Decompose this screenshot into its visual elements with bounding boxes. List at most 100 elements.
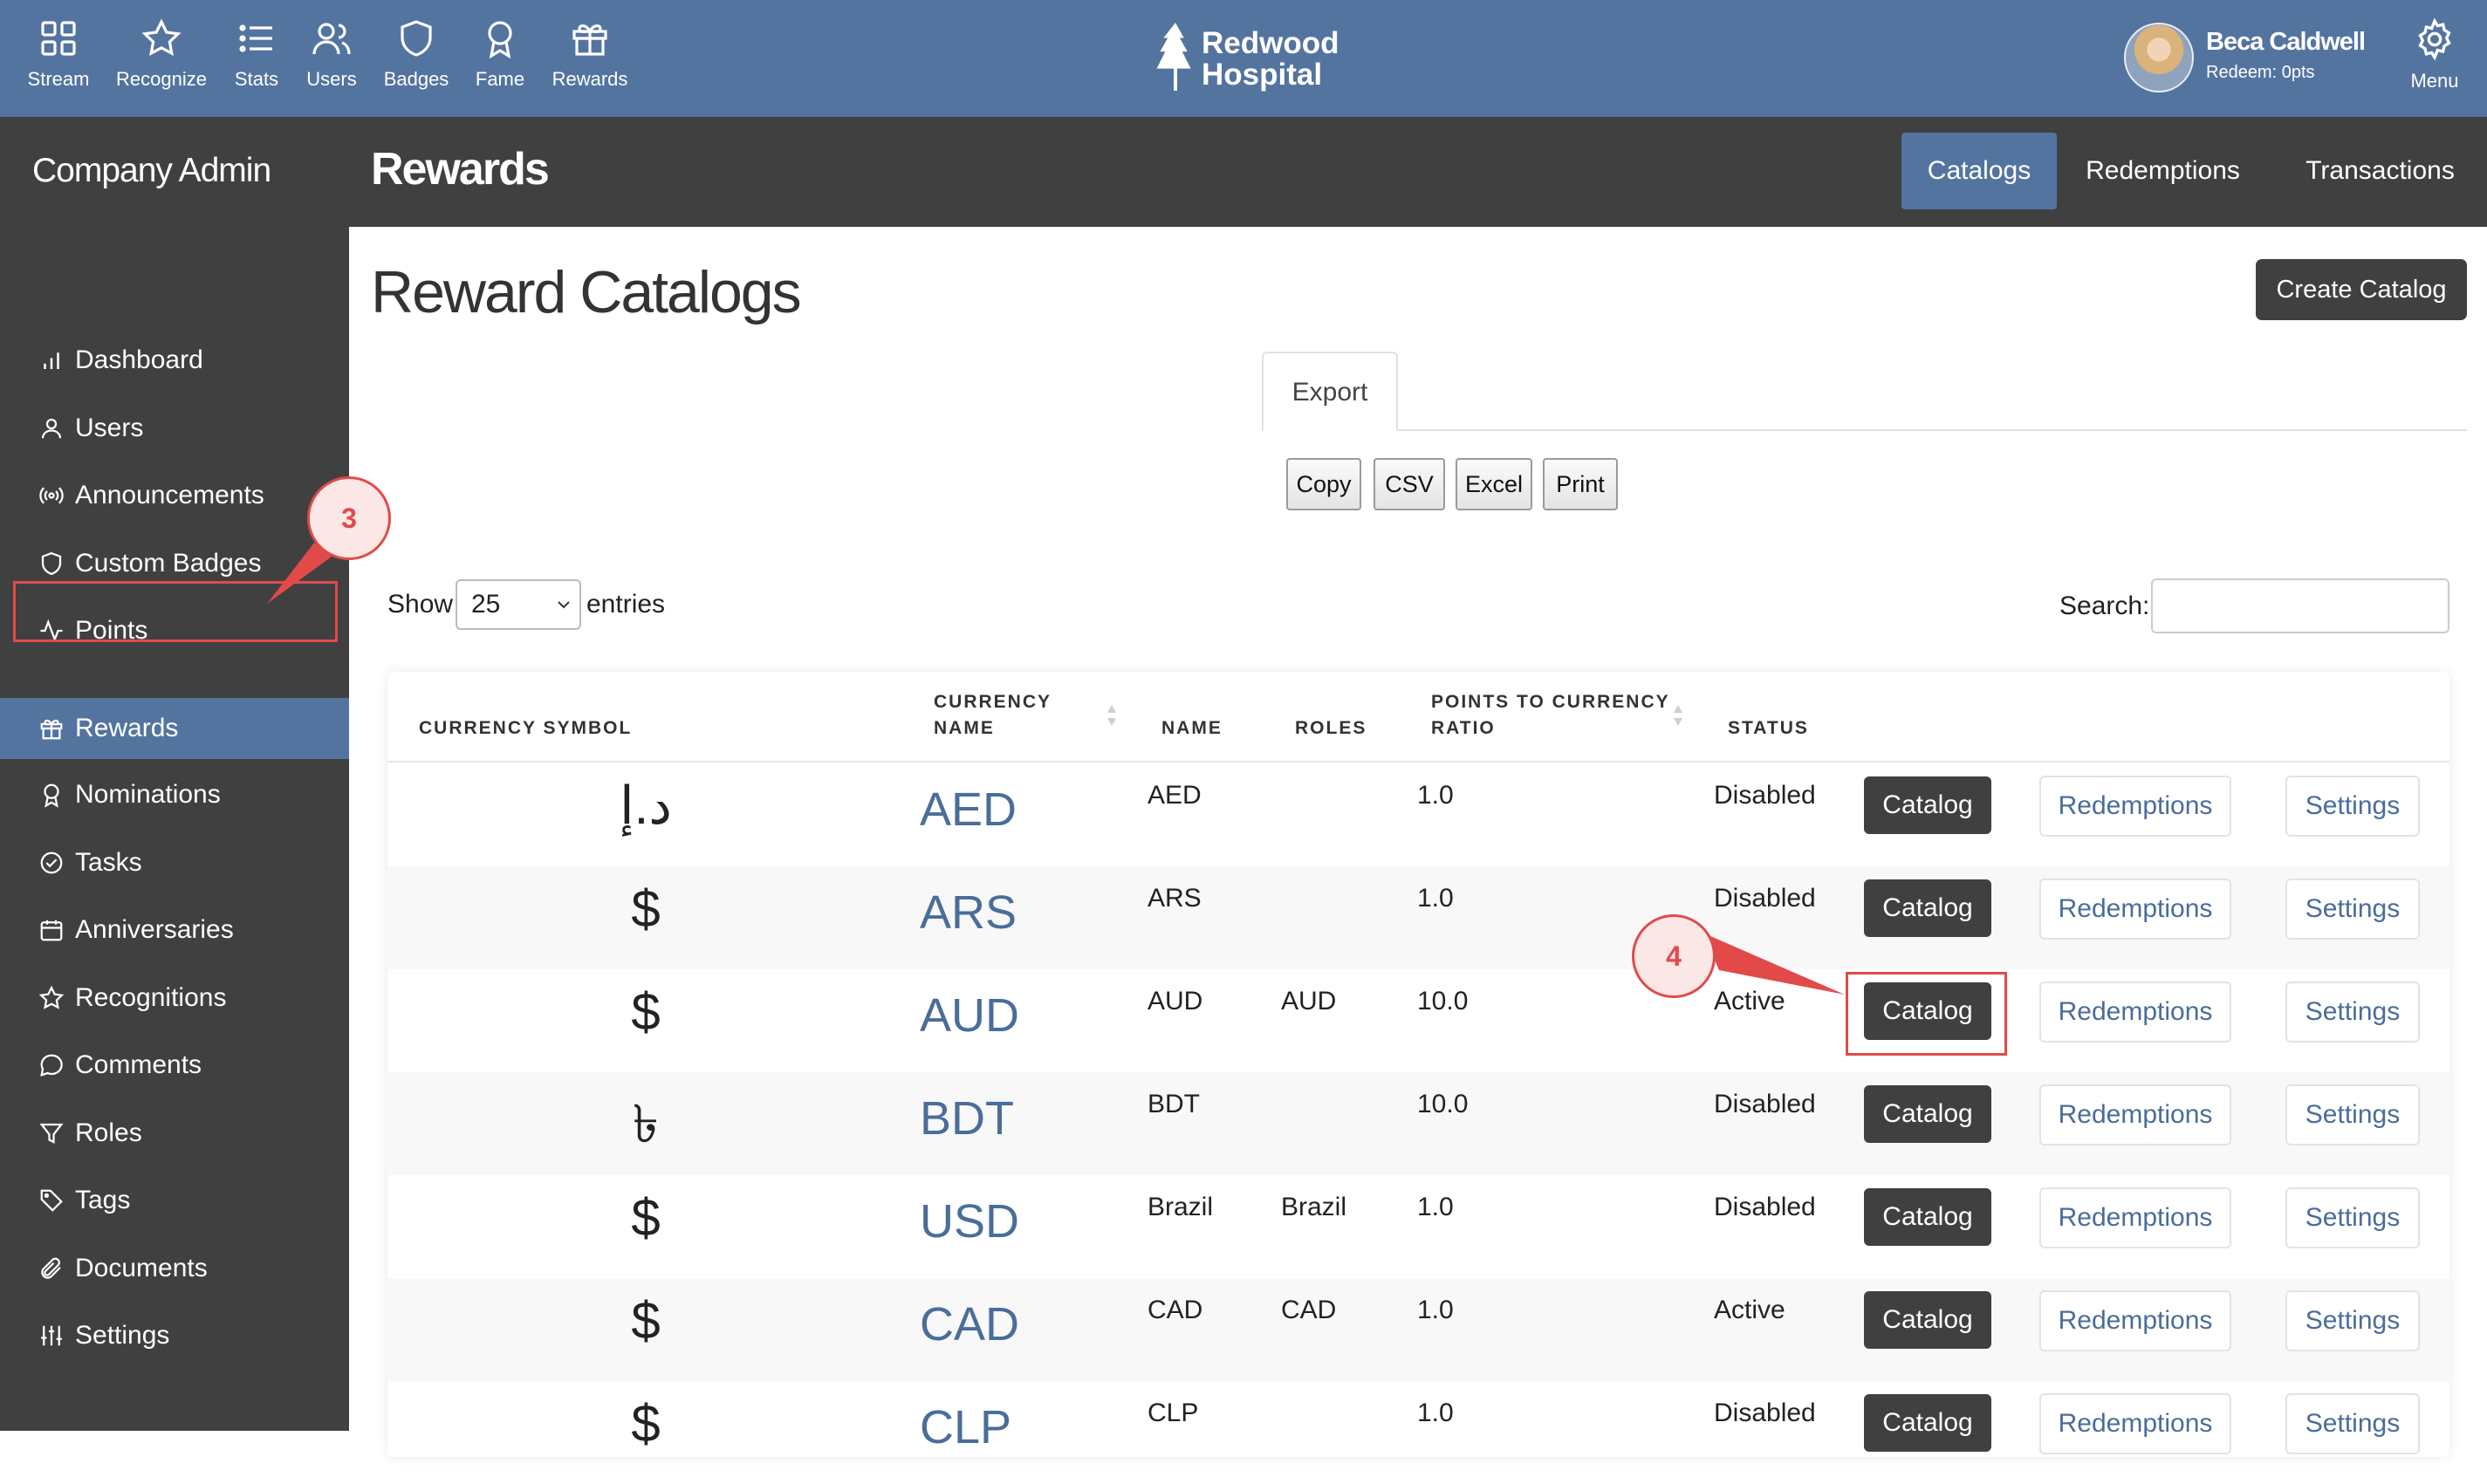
catalog-name: BDT xyxy=(1148,1090,1200,1118)
tab-catalogs[interactable]: Catalogs xyxy=(1901,133,2057,209)
page-header: Rewards Catalogs Redemptions Transaction… xyxy=(349,117,2487,227)
redemptions-button[interactable]: Redemptions xyxy=(2039,1290,2231,1351)
sidebar-item-label: Custom Badges xyxy=(75,549,262,578)
catalog-name: CAD xyxy=(1148,1296,1203,1324)
table-row: ৳ BDT BDT 10.0 Disabled Catalog Redemptions Set… xyxy=(387,1072,2449,1175)
entries-per-page-select[interactable]: 25 xyxy=(456,579,581,630)
sidebar-item-label: Points xyxy=(75,616,148,645)
menu-label: Menu xyxy=(2410,70,2459,92)
points-ratio: 1.0 xyxy=(1417,1296,1454,1324)
currency-code-link[interactable]: ARS xyxy=(920,886,1017,940)
currency-symbol: $ xyxy=(631,879,661,938)
settings-button[interactable]: Settings xyxy=(2285,879,2420,940)
col-roles[interactable]: ROLES xyxy=(1295,715,1367,742)
sidebar-item-rewards[interactable]: Rewards xyxy=(0,698,349,759)
col-status[interactable]: STATUS xyxy=(1728,715,1809,742)
sidebar-item-documents[interactable]: Documents xyxy=(0,1238,349,1299)
settings-button[interactable]: Settings xyxy=(2285,1084,2420,1145)
bar-chart-icon xyxy=(38,347,65,373)
sidebar-item-dashboard[interactable]: Dashboard xyxy=(0,330,349,391)
col-ratio-line1[interactable]: POINTS TO CURRENCY xyxy=(1431,689,1670,715)
redemptions-button[interactable]: Redemptions xyxy=(2039,1084,2231,1145)
table-row: $ ARS ARS 1.0 Disabled Catalog Redemptions Sett… xyxy=(387,866,2449,969)
sidebar-item-label: Comments xyxy=(75,1050,202,1079)
col-ratio-line2[interactable]: RATIO xyxy=(1431,715,1496,742)
sort-icon[interactable] xyxy=(1106,703,1118,728)
settings-button[interactable]: Settings xyxy=(2285,981,2420,1043)
sidebar-item-tags[interactable]: Tags xyxy=(0,1170,349,1231)
export-tab[interactable]: Export xyxy=(1262,352,1398,431)
nav-rewards[interactable]: Rewards xyxy=(524,17,655,91)
sidebar-item-points[interactable]: Points xyxy=(0,600,349,661)
col-currency-name-line2[interactable]: NAME xyxy=(934,715,995,742)
user-name[interactable]: Beca Caldwell xyxy=(2206,28,2366,57)
sidebar-item-nominations[interactable]: Nominations xyxy=(0,764,349,825)
tab-redemptions[interactable]: Redemptions xyxy=(2069,133,2257,209)
sidebar-item-recognitions[interactable]: Recognitions xyxy=(0,968,349,1029)
check-circle-icon xyxy=(38,850,65,876)
redemptions-button[interactable]: Redemptions xyxy=(2039,1393,2231,1454)
catalog-button[interactable]: Catalog xyxy=(1864,1394,1991,1452)
currency-code-link[interactable]: USD xyxy=(920,1194,1019,1248)
nav-label: Rewards xyxy=(552,68,628,90)
sidebar-item-settings[interactable]: Settings xyxy=(0,1305,349,1366)
points-ratio: 1.0 xyxy=(1417,1399,1454,1427)
currency-code-link[interactable]: AED xyxy=(920,783,1017,837)
create-catalog-button[interactable]: Create Catalog xyxy=(2256,259,2467,320)
points-ratio: 1.0 xyxy=(1417,781,1454,810)
sidebar-item-comments[interactable]: Comments xyxy=(0,1035,349,1096)
redemptions-button[interactable]: Redemptions xyxy=(2039,776,2231,837)
copy-button[interactable]: Copy xyxy=(1286,458,1361,510)
sort-icon[interactable] xyxy=(1672,703,1684,728)
settings-button[interactable]: Settings xyxy=(2285,1187,2420,1248)
catalog-button[interactable]: Catalog xyxy=(1864,1085,1991,1143)
status-text: Disabled xyxy=(1714,781,1816,810)
status-text: Active xyxy=(1714,1296,1785,1324)
sidebar-item-roles[interactable]: Roles xyxy=(0,1103,349,1164)
redemptions-button[interactable]: Redemptions xyxy=(2039,879,2231,940)
page-title: Rewards xyxy=(371,144,550,195)
currency-code-link[interactable]: BDT xyxy=(920,1091,1014,1145)
brand-name-line1: Redwood xyxy=(1202,26,1339,60)
excel-button[interactable]: Excel xyxy=(1456,458,1532,510)
col-currency-symbol[interactable]: CURRENCY SYMBOL xyxy=(419,715,632,742)
status-text: Disabled xyxy=(1714,1399,1816,1427)
sidebar-item-anniversaries[interactable]: Anniversaries xyxy=(0,899,349,961)
search-input[interactable] xyxy=(2151,578,2449,633)
print-button[interactable]: Print xyxy=(1543,458,1618,510)
broadcast-icon xyxy=(38,482,65,509)
col-currency-name-line1[interactable]: CURRENCY xyxy=(934,689,1052,715)
settings-button[interactable]: Settings xyxy=(2285,1393,2420,1454)
award-icon xyxy=(488,21,512,59)
sidebar-item-tasks[interactable]: Tasks xyxy=(0,832,349,893)
catalog-button[interactable]: Catalog xyxy=(1864,879,1991,937)
star-icon xyxy=(141,18,182,56)
csv-button[interactable]: CSV xyxy=(1374,458,1445,510)
col-name[interactable]: NAME xyxy=(1161,715,1223,742)
sidebar-item-users[interactable]: Users xyxy=(0,398,349,459)
currency-code-link[interactable]: AUD xyxy=(920,988,1019,1043)
menu-button[interactable]: Menu xyxy=(2391,17,2478,92)
currency-code-link[interactable]: CLP xyxy=(920,1400,1011,1454)
catalog-button[interactable]: Catalog xyxy=(1864,1291,1991,1349)
search-label: Search: xyxy=(2059,592,2150,620)
sidebar-item-announcements[interactable]: Announcements xyxy=(0,465,349,526)
catalog-button[interactable]: Catalog xyxy=(1864,1188,1991,1246)
currency-code-link[interactable]: CAD xyxy=(920,1297,1019,1351)
shield-icon xyxy=(401,20,432,57)
grid-icon xyxy=(41,21,76,56)
settings-button[interactable]: Settings xyxy=(2285,1290,2420,1351)
settings-button[interactable]: Settings xyxy=(2285,776,2420,837)
section-heading: Reward Catalogs xyxy=(371,259,802,325)
catalog-button[interactable]: Catalog xyxy=(1864,776,1991,834)
redemptions-button[interactable]: Redemptions xyxy=(2039,1187,2231,1248)
top-navigation-bar: Stream Recognize Stats Users Badges Fame… xyxy=(0,0,2487,117)
avatar[interactable] xyxy=(2124,23,2194,92)
show-label: Show xyxy=(387,590,454,619)
tree-icon xyxy=(1156,23,1191,91)
catalog-button[interactable]: Catalog xyxy=(1864,982,1991,1040)
redemptions-button[interactable]: Redemptions xyxy=(2039,981,2231,1043)
tab-transactions[interactable]: Transactions xyxy=(2286,133,2474,209)
catalog-roles: Brazil xyxy=(1281,1193,1347,1221)
sidebar-item-custom-badges[interactable]: Custom Badges xyxy=(0,533,349,594)
